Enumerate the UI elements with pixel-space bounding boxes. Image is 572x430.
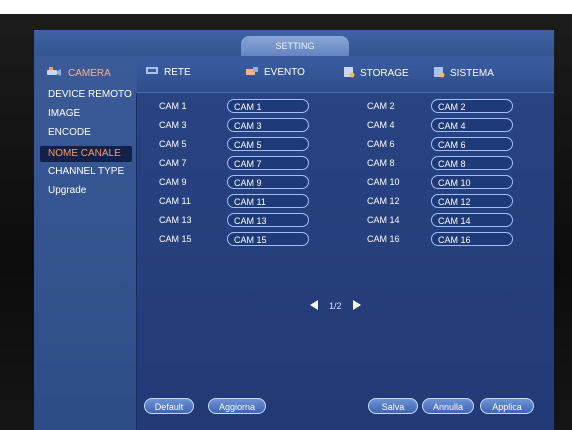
cam-name-input[interactable]: CAM 16: [431, 232, 513, 246]
cam-name-input[interactable]: CAM 10: [431, 175, 513, 189]
cam-label: CAM 11: [159, 196, 191, 206]
event-icon: [245, 66, 259, 79]
cam-name-input[interactable]: CAM 3: [227, 118, 309, 132]
tab-label: SISTEMA: [450, 68, 494, 79]
pagination: 1/2: [309, 300, 362, 312]
window-title: SETTING: [241, 36, 349, 56]
refresh-button[interactable]: Aggiorna: [208, 398, 266, 414]
top-nav: RETE EVENTO STORAGE SISTEMA: [137, 56, 554, 92]
cam-label: CAM 8: [367, 158, 395, 168]
camera-icon: [46, 66, 62, 81]
tab-rete[interactable]: RETE: [145, 66, 191, 79]
cam-label: CAM 14: [367, 215, 400, 225]
sidebar-item-encode[interactable]: ENCODE: [48, 127, 136, 138]
cam-name-input[interactable]: CAM 11: [227, 194, 309, 208]
apply-button[interactable]: Applica: [480, 398, 534, 414]
channel-name-panel: CAM 1 CAM 1 CAM 3 CAM 3 CAM 5 CAM 5 CAM …: [136, 92, 554, 430]
cancel-button[interactable]: Annulla: [422, 398, 474, 414]
cam-label: CAM 13: [159, 215, 192, 225]
cam-label: CAM 6: [367, 139, 395, 149]
sidebar-item-device-remoto[interactable]: DEVICE REMOTO: [48, 89, 136, 100]
cam-name-input[interactable]: CAM 15: [227, 232, 309, 246]
cam-label: CAM 9: [159, 177, 187, 187]
prev-page-icon[interactable]: [309, 300, 319, 312]
cam-label: CAM 15: [159, 234, 192, 244]
tab-label: EVENTO: [264, 67, 305, 78]
cam-name-input[interactable]: CAM 5: [227, 137, 309, 151]
tab-storage[interactable]: STORAGE: [343, 66, 409, 81]
cam-name-input[interactable]: CAM 4: [431, 118, 513, 132]
dvr-screen: SETTING CAMERA DEVICE REMOTO IMAGE ENCOD…: [34, 30, 554, 430]
cam-label: CAM 10: [367, 177, 400, 187]
cam-label: CAM 3: [159, 120, 187, 130]
sidebar-item-nome-canale[interactable]: NOME CANALE: [40, 146, 132, 162]
sidebar-item-image[interactable]: IMAGE: [48, 108, 136, 119]
cam-name-input[interactable]: CAM 13: [227, 213, 309, 227]
cam-name-input[interactable]: CAM 1: [227, 99, 309, 113]
sidebar-item-upgrade[interactable]: Upgrade: [48, 185, 136, 196]
cam-label: CAM 4: [367, 120, 395, 130]
tab-label: RETE: [164, 67, 191, 78]
cam-name-input[interactable]: CAM 8: [431, 156, 513, 170]
cam-name-input[interactable]: CAM 12: [431, 194, 513, 208]
sidebar-header-camera[interactable]: CAMERA: [46, 62, 111, 84]
cam-name-input[interactable]: CAM 2: [431, 99, 513, 113]
cam-label: CAM 2: [367, 101, 395, 111]
cam-label: CAM 12: [367, 196, 400, 206]
network-icon: [145, 66, 159, 79]
save-button[interactable]: Salva: [368, 398, 418, 414]
sidebar-item-channel-type[interactable]: CHANNEL TYPE: [48, 166, 136, 177]
cam-label: CAM 5: [159, 139, 187, 149]
cam-name-input[interactable]: CAM 14: [431, 213, 513, 227]
cam-label: CAM 16: [367, 234, 400, 244]
sidebar: CAMERA DEVICE REMOTO IMAGE ENCODE NOME C…: [34, 56, 137, 430]
cam-label: CAM 7: [159, 158, 187, 168]
storage-icon: [343, 66, 355, 81]
next-page-icon[interactable]: [352, 300, 362, 312]
default-button[interactable]: Default: [144, 398, 194, 414]
page-indicator: 1/2: [329, 301, 342, 311]
cam-label: CAM 1: [159, 101, 187, 111]
tab-label: STORAGE: [360, 68, 409, 79]
tab-sistema[interactable]: SISTEMA: [433, 66, 494, 81]
cam-name-input[interactable]: CAM 7: [227, 156, 309, 170]
tab-evento[interactable]: EVENTO: [245, 66, 305, 79]
system-icon: [433, 66, 445, 81]
sidebar-header-label: CAMERA: [68, 67, 111, 79]
cam-name-input[interactable]: CAM 6: [431, 137, 513, 151]
cam-name-input[interactable]: CAM 9: [227, 175, 309, 189]
title-bar: SETTING: [34, 30, 554, 56]
